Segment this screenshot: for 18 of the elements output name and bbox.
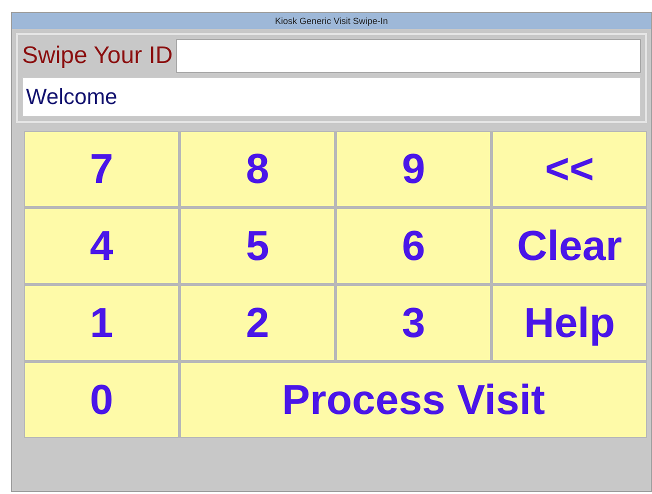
- keypad-button[interactable]: 1: [25, 286, 178, 360]
- keypad-button[interactable]: 8: [181, 132, 334, 206]
- swipe-id-label: Swipe Your ID: [22, 42, 173, 70]
- id-input-field[interactable]: [176, 39, 641, 73]
- keypad-button[interactable]: 3: [337, 286, 490, 360]
- keypad-button[interactable]: <<: [493, 132, 646, 206]
- keypad-button[interactable]: 7: [25, 132, 178, 206]
- keypad-button[interactable]: Clear: [493, 209, 646, 283]
- window-title: Kiosk Generic Visit Swipe-In: [275, 16, 388, 26]
- keypad-button[interactable]: 2: [181, 286, 334, 360]
- keypad-button[interactable]: 9: [337, 132, 490, 206]
- keypad-button[interactable]: 5: [181, 209, 334, 283]
- keypad-button[interactable]: Process Visit: [181, 363, 646, 437]
- keypad-button[interactable]: 0: [25, 363, 178, 437]
- keypad-button[interactable]: Help: [493, 286, 646, 360]
- welcome-message: Welcome: [26, 84, 118, 110]
- keypad-button[interactable]: 4: [25, 209, 178, 283]
- keypad-button[interactable]: 6: [337, 209, 490, 283]
